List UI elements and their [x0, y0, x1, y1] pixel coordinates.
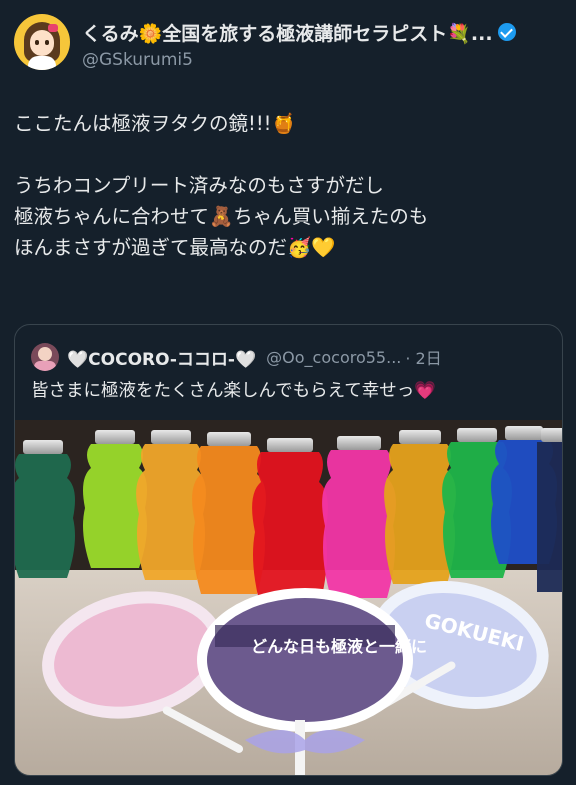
tweet-line-3: うちわコンプリート済みなのもさすがだし: [14, 174, 384, 197]
tweet-line-1: ここたんは極液ヲタクの鏡!!!🍯: [14, 112, 296, 135]
author-display-name[interactable]: くるみ🌼全国を旅する極液講師セラピスト💐...: [82, 19, 493, 46]
author-handle[interactable]: @GSkurumi5: [82, 50, 516, 70]
quoted-time[interactable]: · 2日: [405, 345, 441, 369]
tweet-line-4: 極液ちゃんに合わせて🧸ちゃん買い揃えたのも: [14, 205, 429, 228]
verified-badge-icon: [497, 23, 516, 41]
quoted-author-handle[interactable]: @Oo_cocoro55...: [266, 348, 401, 367]
tweet-text: ここたんは極液ヲタクの鏡!!!🍯 うちわコンプリート済みなのもさすがだし 極液ち…: [14, 108, 559, 263]
tweet: くるみ🌼全国を旅する極液講師セラピスト💐... @GSkurumi5 ここたんは…: [0, 0, 576, 785]
author-names: くるみ🌼全国を旅する極液講師セラピスト💐... @GSkurumi5: [82, 14, 516, 74]
tweet-line-gap: [14, 139, 559, 170]
quoted-tweet[interactable]: 🤍COCORO-ココロ-🤍 @Oo_cocoro55... · 2日 皆さまに極…: [14, 324, 563, 776]
author-avatar[interactable]: [14, 14, 70, 70]
display-name-row: くるみ🌼全国を旅する極液講師セラピスト💐...: [82, 19, 516, 46]
photo-illustration: GOKUEKI どんな日も極液と一緒に: [15, 420, 562, 775]
tweet-line-5: ほんまさすが過ぎて最高なのだ🥳💛: [14, 236, 336, 259]
quoted-tweet-header: 🤍COCORO-ココロ-🤍 @Oo_cocoro55... · 2日: [31, 343, 550, 371]
quoted-author-name[interactable]: 🤍COCORO-ココロ-🤍: [67, 345, 256, 370]
quoted-author-avatar[interactable]: [31, 343, 59, 371]
fan-center-label: どんな日も極液と一緒に: [251, 637, 427, 656]
tweet-header: くるみ🌼全国を旅する極液講師セラピスト💐... @GSkurumi5: [14, 14, 562, 74]
quoted-tweet-text: 皆さまに極液をたくさん楽しんでもらえて幸せっ💗: [31, 381, 437, 401]
quoted-tweet-photo[interactable]: GOKUEKI どんな日も極液と一緒に: [15, 420, 562, 775]
